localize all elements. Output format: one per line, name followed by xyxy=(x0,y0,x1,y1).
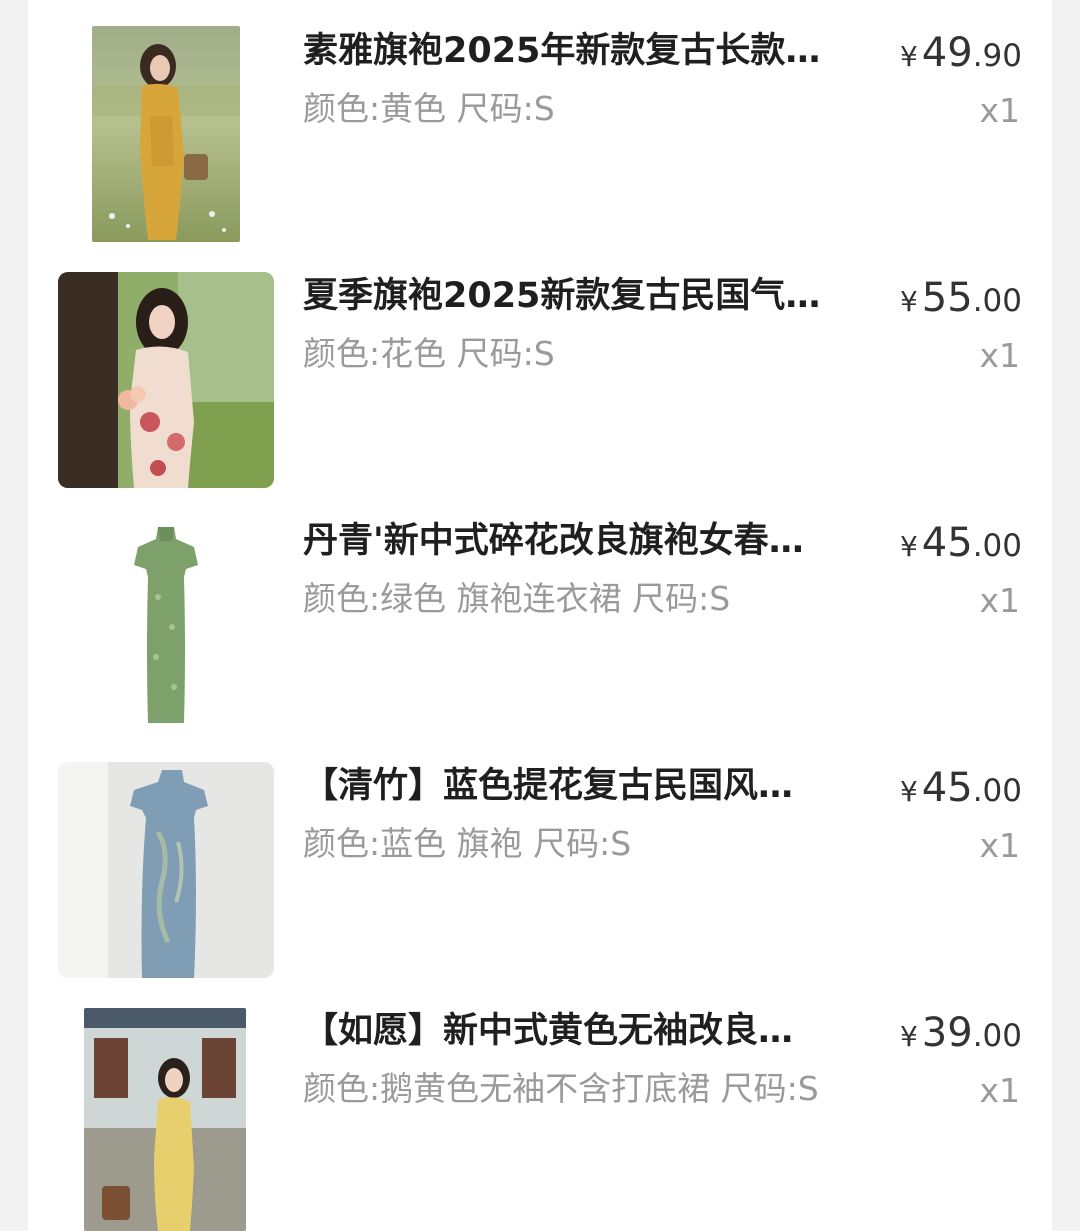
product-quantity: x1 xyxy=(979,336,1020,375)
price-decimal: .00 xyxy=(972,528,1022,564)
product-spec: 颜色:绿色 旗袍连衣裙 尺码:S xyxy=(303,579,731,618)
product-quantity: x1 xyxy=(979,826,1020,865)
price-integer: 45 xyxy=(921,765,973,811)
product-title[interactable]: 丹青'新中式碎花改良旗袍女春… xyxy=(303,518,843,564)
currency-symbol: ¥ xyxy=(899,40,918,73)
product-image[interactable] xyxy=(58,517,274,733)
product-spec: 颜色:蓝色 旗袍 尺码:S xyxy=(303,824,632,863)
price-integer: 49 xyxy=(921,30,973,76)
currency-symbol: ¥ xyxy=(899,530,918,563)
product-quantity: x1 xyxy=(979,1071,1020,1110)
product-title[interactable]: 【清竹】蓝色提花复古民国风… xyxy=(303,763,843,809)
currency-symbol: ¥ xyxy=(899,285,918,318)
currency-symbol: ¥ xyxy=(899,775,918,808)
price-integer: 39 xyxy=(921,1010,973,1056)
product-price: ¥39.00 xyxy=(900,1008,1022,1066)
order-items-card: 素雅旗袍2025年新款复古长款… 颜色:黄色 尺码:S ¥49.90 x1 夏季… xyxy=(28,0,1052,1231)
currency-symbol: ¥ xyxy=(899,1020,918,1053)
product-spec: 颜色:鹅黄色无袖不含打底裙 尺码:S xyxy=(303,1069,819,1108)
order-item[interactable]: 【清竹】蓝色提花复古民国风… 颜色:蓝色 旗袍 尺码:S ¥45.00 x1 xyxy=(28,735,1052,980)
order-item[interactable]: 丹青'新中式碎花改良旗袍女春… 颜色:绿色 旗袍连衣裙 尺码:S ¥45.00 … xyxy=(28,490,1052,735)
price-integer: 45 xyxy=(921,520,973,566)
product-price: ¥55.00 xyxy=(900,273,1022,331)
product-image[interactable] xyxy=(58,762,274,978)
order-item[interactable]: 夏季旗袍2025新款复古民国气… 颜色:花色 尺码:S ¥55.00 x1 xyxy=(28,245,1052,490)
product-image[interactable] xyxy=(84,1008,246,1231)
product-image[interactable] xyxy=(58,272,274,488)
price-decimal: .00 xyxy=(972,283,1022,319)
price-decimal: .90 xyxy=(972,38,1022,74)
product-title[interactable]: 夏季旗袍2025新款复古民国气… xyxy=(303,273,843,319)
product-price: ¥49.90 xyxy=(900,28,1022,86)
product-quantity: x1 xyxy=(979,581,1020,620)
product-spec: 颜色:黄色 尺码:S xyxy=(303,89,555,128)
product-quantity: x1 xyxy=(979,91,1020,130)
order-item[interactable]: 【如愿】新中式黄色无袖改良… 颜色:鹅黄色无袖不含打底裙 尺码:S ¥39.00… xyxy=(28,980,1052,1231)
product-spec: 颜色:花色 尺码:S xyxy=(303,334,555,373)
order-item[interactable]: 素雅旗袍2025年新款复古长款… 颜色:黄色 尺码:S ¥49.90 x1 xyxy=(28,0,1052,245)
product-title[interactable]: 素雅旗袍2025年新款复古长款… xyxy=(303,28,843,74)
product-title[interactable]: 【如愿】新中式黄色无袖改良… xyxy=(303,1008,843,1054)
product-price: ¥45.00 xyxy=(900,518,1022,576)
price-integer: 55 xyxy=(921,275,973,321)
price-decimal: .00 xyxy=(972,1018,1022,1054)
product-price: ¥45.00 xyxy=(900,763,1022,821)
price-decimal: .00 xyxy=(972,773,1022,809)
product-image[interactable] xyxy=(92,26,240,242)
